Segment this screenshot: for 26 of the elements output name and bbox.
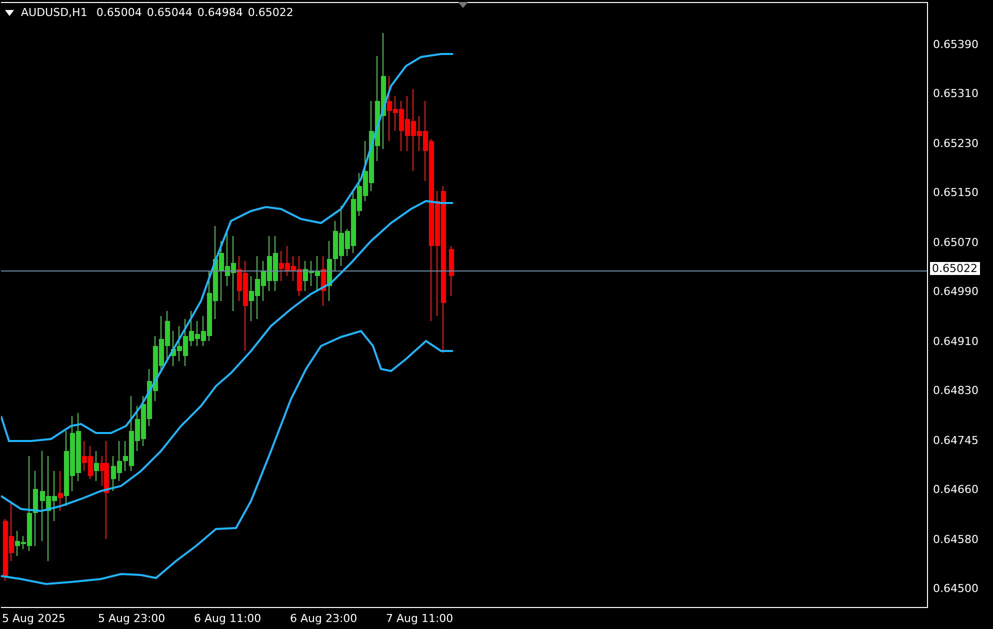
- quote-value: 0.65044: [146, 6, 192, 19]
- time-label: 5 Aug 2025: [2, 612, 66, 624]
- price-label: 0.65230: [933, 136, 978, 150]
- quote-value: 0.65022: [248, 6, 294, 19]
- current-price-tag: 0.65022: [930, 262, 980, 275]
- price-label: 0.65310: [933, 87, 978, 100]
- price-label: 0.64580: [933, 532, 978, 546]
- chart-shift-marker-icon[interactable]: [458, 2, 468, 8]
- quote-value: 0.64984: [197, 6, 243, 19]
- price-label: 0.64830: [933, 384, 978, 398]
- time-label: 5 Aug 23:00: [98, 612, 166, 624]
- price-label: 0.65150: [933, 186, 978, 200]
- price-label: 0.65390: [933, 38, 978, 51]
- time-label: 6 Aug 23:00: [290, 612, 358, 624]
- dropdown-triangle-icon[interactable]: [5, 10, 14, 16]
- price-label: 0.64910: [933, 334, 978, 348]
- price-label: 0.64990: [933, 285, 978, 298]
- price-label: 0.64745: [933, 434, 978, 447]
- price-label: 0.64660: [933, 483, 978, 496]
- symbol-label: AUDUSD,H1: [21, 6, 88, 19]
- candle: [449, 246, 454, 296]
- price-label: 0.65070: [933, 236, 978, 249]
- price-label: 0.64500: [933, 582, 978, 595]
- time-label: 7 Aug 11:00: [386, 612, 454, 624]
- quote-value: 0.65004: [96, 6, 142, 19]
- time-label: 6 Aug 11:00: [194, 612, 262, 624]
